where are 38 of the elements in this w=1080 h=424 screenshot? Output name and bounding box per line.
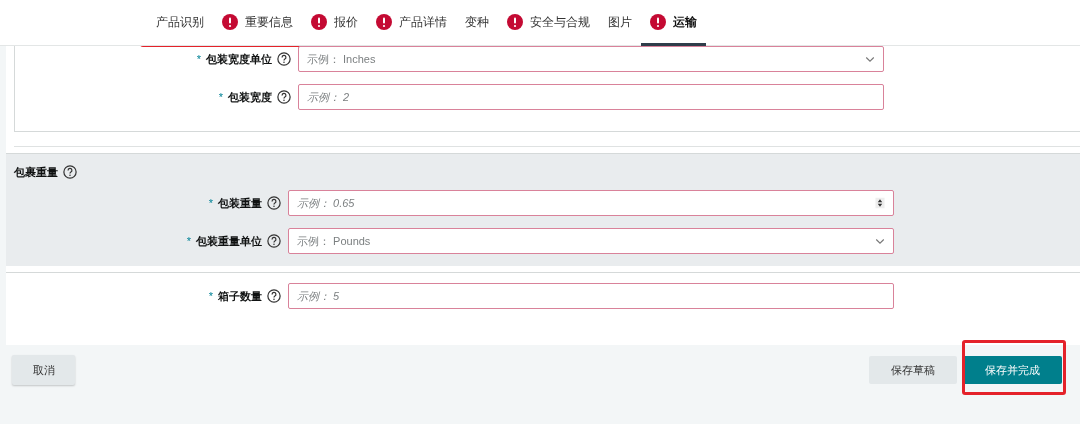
tab[interactable]: 产品详情 bbox=[367, 0, 456, 46]
field-label: 包装重量 bbox=[218, 195, 262, 211]
input-field[interactable]: 示例： 2 bbox=[298, 84, 884, 110]
help-icon bbox=[277, 90, 291, 104]
help-icon bbox=[63, 165, 77, 179]
tab[interactable]: 产品识别 bbox=[140, 0, 213, 46]
tab[interactable]: 重要信息 bbox=[213, 0, 302, 46]
required-mark: * bbox=[218, 89, 223, 105]
error-icon bbox=[311, 13, 327, 30]
tab[interactable]: 报价 bbox=[302, 0, 367, 46]
help-icon bbox=[267, 234, 281, 248]
help-icon bbox=[267, 196, 281, 210]
select-field[interactable]: 示例： Pounds bbox=[288, 228, 894, 254]
section-title: 包裹重量 bbox=[14, 164, 58, 180]
error-icon bbox=[222, 13, 238, 30]
error-icon bbox=[650, 13, 666, 30]
required-mark: * bbox=[208, 195, 213, 211]
error-icon bbox=[376, 13, 392, 30]
input-field[interactable]: 示例： 0.65 bbox=[288, 190, 894, 216]
required-mark: * bbox=[208, 288, 213, 304]
tab[interactable]: 变种 bbox=[456, 0, 498, 46]
field-label: 包装重量单位 bbox=[196, 233, 262, 249]
cancel-button[interactable]: 取消 bbox=[12, 355, 75, 385]
tab[interactable]: 安全与合规 bbox=[498, 0, 599, 46]
field-label: 包装宽度单位 bbox=[206, 51, 272, 67]
help-icon bbox=[277, 52, 291, 66]
field-label: 箱子数量 bbox=[218, 288, 262, 304]
spinner-icon bbox=[874, 197, 886, 209]
help-icon bbox=[267, 289, 281, 303]
input-field[interactable]: 示例： 5 bbox=[288, 283, 894, 309]
tab[interactable]: 图片 bbox=[599, 0, 641, 46]
draft-button[interactable]: 保存草稿 bbox=[869, 356, 957, 384]
save-button[interactable]: 保存并完成 bbox=[963, 356, 1062, 384]
field-label: 包装宽度 bbox=[228, 89, 272, 105]
required-mark: * bbox=[196, 51, 201, 67]
select-field[interactable]: 示例： Inches bbox=[298, 46, 884, 72]
required-mark: * bbox=[186, 233, 191, 249]
error-icon bbox=[507, 13, 523, 30]
